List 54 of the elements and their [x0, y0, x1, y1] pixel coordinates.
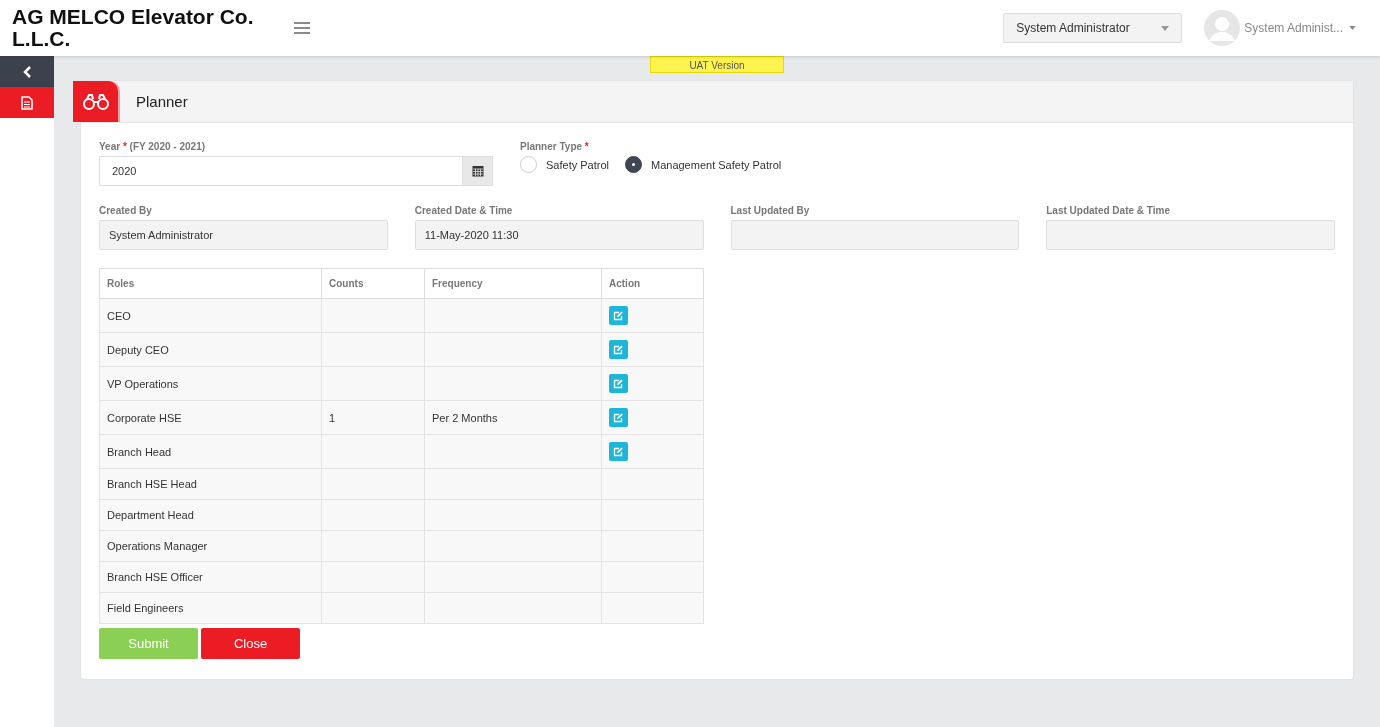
edit-icon[interactable] [613, 412, 624, 423]
user-menu[interactable]: System Administ... [1244, 21, 1368, 35]
page-title: Planner [136, 93, 188, 110]
table-cell: Deputy CEO [99, 332, 322, 367]
avatar-icon[interactable] [1204, 10, 1241, 46]
edit-icon[interactable] [613, 378, 624, 389]
field-label: Last Updated Date & Time [1046, 205, 1171, 216]
table-cell: Per 2 Months [424, 400, 602, 435]
field-label: Created By [99, 205, 153, 216]
document-icon[interactable] [21, 95, 33, 110]
caret-icon[interactable] [1161, 25, 1170, 31]
binoculars-icon [82, 93, 109, 110]
table-cell: Branch HSE Officer [99, 561, 322, 593]
edit-button[interactable] [609, 374, 628, 393]
role-select[interactable]: System Administrator [1003, 13, 1183, 43]
field-label: Last Updated By [730, 205, 811, 216]
edit-button[interactable] [609, 340, 628, 359]
table-cell: VP Operations [99, 366, 322, 401]
uat-version-badge: UAT Version [650, 56, 784, 73]
column-header: Roles [99, 268, 322, 299]
column-header: Frequency [424, 268, 602, 299]
table-cell: CEO [99, 298, 322, 333]
table-cell: Corporate HSE [99, 400, 322, 435]
edit-icon[interactable] [613, 446, 624, 457]
column-header: Action [601, 268, 704, 299]
edit-button[interactable] [609, 442, 628, 461]
brand-title: AG MELCO Elevator Co. L.L.C. [12, 6, 255, 50]
table-cell: Branch HSE Head [99, 468, 322, 500]
chevron-left-icon[interactable] [22, 65, 32, 78]
edit-button[interactable] [609, 408, 628, 427]
edit-button[interactable] [609, 306, 628, 325]
edit-icon[interactable] [613, 310, 624, 321]
planner-type-label: Planner Type * [520, 141, 590, 152]
table-cell: Operations Manager [99, 530, 322, 562]
readonly-field: 11-May-2020 11:30 [414, 220, 704, 250]
field-label: Created Date & Time [414, 205, 514, 216]
close-button[interactable]: Close [201, 628, 300, 659]
readonly-field: System Administrator [99, 220, 388, 250]
table-cell: Department Head [99, 499, 322, 531]
radio-label[interactable]: Safety Patrol [546, 158, 609, 171]
table-cell: Branch Head [99, 434, 322, 469]
table-cell: 1 [321, 400, 425, 435]
table-cell: Field Engineers [99, 592, 322, 624]
radio-button[interactable] [625, 156, 642, 173]
menu-icon[interactable] [294, 22, 310, 34]
year-label: Year * (FY 2020 - 2021) [99, 141, 207, 152]
calendar-button[interactable] [462, 156, 493, 186]
radio-label[interactable]: Management Safety Patrol [651, 158, 782, 171]
calendar-icon[interactable] [471, 165, 484, 177]
edit-icon[interactable] [613, 344, 624, 355]
year-field[interactable]: 2020 [99, 156, 462, 186]
column-header: Counts [321, 268, 425, 299]
caret-icon[interactable] [1349, 26, 1356, 30]
document-menu-item[interactable] [0, 87, 54, 118]
